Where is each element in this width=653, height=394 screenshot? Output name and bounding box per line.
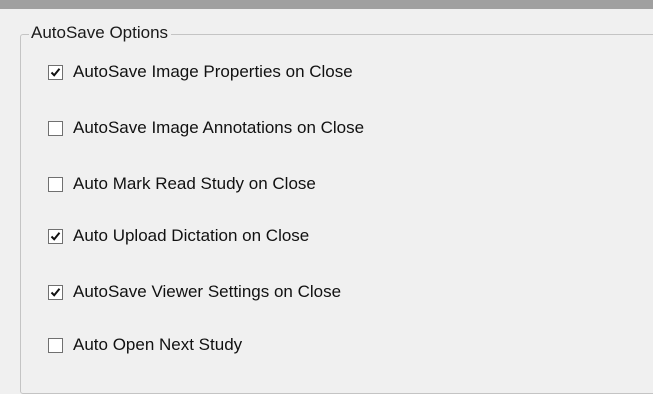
- option-label: Auto Upload Dictation on Close: [73, 226, 310, 245]
- option-label: Auto Mark Read Study on Close: [73, 174, 316, 193]
- option-label: AutoSave Viewer Settings on Close: [73, 282, 342, 301]
- option-autosave-viewer-settings[interactable]: AutoSave Viewer Settings on Close: [48, 280, 341, 304]
- option-label: AutoSave Image Properties on Close: [73, 62, 353, 81]
- checkbox[interactable]: [48, 284, 63, 300]
- window-top-strip: [0, 0, 653, 9]
- option-label: AutoSave Image Annotations on Close: [73, 118, 365, 137]
- checkmark-icon: [50, 231, 61, 241]
- checkbox[interactable]: [48, 176, 63, 192]
- option-autosave-image-properties[interactable]: AutoSave Image Properties on Close: [48, 60, 353, 84]
- checkbox[interactable]: [48, 64, 63, 80]
- checkmark-icon: [50, 287, 61, 297]
- option-auto-open-next-study[interactable]: Auto Open Next Study: [48, 333, 242, 357]
- groupbox-title: AutoSave Options: [29, 22, 172, 44]
- checkbox[interactable]: [48, 228, 63, 244]
- checkbox[interactable]: [48, 337, 63, 353]
- checkmark-icon: [50, 67, 61, 77]
- option-auto-upload-dictation[interactable]: Auto Upload Dictation on Close: [48, 224, 309, 248]
- checkbox[interactable]: [48, 120, 63, 136]
- option-autosave-image-annotations[interactable]: AutoSave Image Annotations on Close: [48, 116, 364, 140]
- option-label: Auto Open Next Study: [73, 335, 243, 354]
- option-auto-mark-read-study[interactable]: Auto Mark Read Study on Close: [48, 172, 316, 196]
